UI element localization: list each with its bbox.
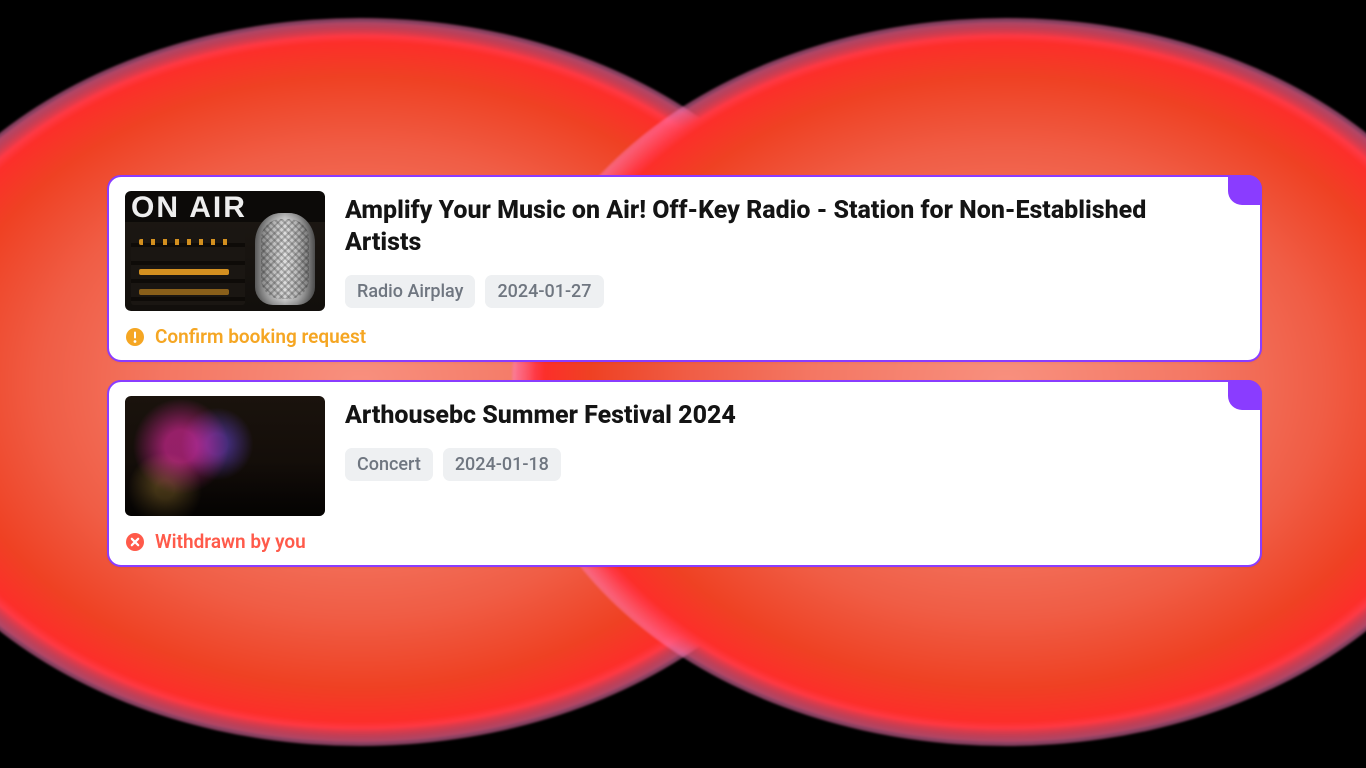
booking-thumbnail bbox=[125, 396, 325, 516]
date-tag: 2024-01-18 bbox=[443, 448, 561, 481]
close-circle-icon bbox=[125, 532, 145, 552]
card-body: Amplify Your Music on Air! Off-Key Radio… bbox=[345, 191, 1244, 308]
booking-card[interactable]: Arthousebc Summer Festival 2024 Concert … bbox=[107, 380, 1262, 567]
card-body: Arthousebc Summer Festival 2024 Concert … bbox=[345, 396, 1244, 481]
booking-status[interactable]: Withdrawn by you bbox=[125, 526, 1244, 553]
category-tag: Concert bbox=[345, 448, 433, 481]
booking-status[interactable]: Confirm booking request bbox=[125, 321, 1244, 348]
booking-title: Arthousebc Summer Festival 2024 bbox=[345, 400, 1214, 432]
booking-thumbnail: ON AIR bbox=[125, 191, 325, 311]
tag-row: Radio Airplay 2024-01-27 bbox=[345, 275, 1214, 308]
booking-status-text: Withdrawn by you bbox=[155, 530, 306, 553]
card-top-row: Arthousebc Summer Festival 2024 Concert … bbox=[125, 396, 1244, 516]
booking-card-list: ON AIR Amplify Your Music on Air! Off-Ke… bbox=[107, 175, 1262, 567]
booking-status-text: Confirm booking request bbox=[155, 325, 366, 348]
tag-row: Concert 2024-01-18 bbox=[345, 448, 1214, 481]
booking-card[interactable]: ON AIR Amplify Your Music on Air! Off-Ke… bbox=[107, 175, 1262, 362]
thumbnail-rack-art bbox=[131, 229, 245, 305]
card-corner-marker bbox=[1228, 380, 1262, 410]
alert-circle-icon bbox=[125, 327, 145, 347]
date-tag: 2024-01-27 bbox=[485, 275, 603, 308]
card-top-row: ON AIR Amplify Your Music on Air! Off-Ke… bbox=[125, 191, 1244, 311]
category-tag: Radio Airplay bbox=[345, 275, 475, 308]
thumbnail-caption: ON AIR bbox=[131, 191, 247, 225]
card-corner-marker bbox=[1228, 175, 1262, 205]
microphone-icon bbox=[255, 213, 315, 305]
booking-title: Amplify Your Music on Air! Off-Key Radio… bbox=[345, 195, 1214, 259]
